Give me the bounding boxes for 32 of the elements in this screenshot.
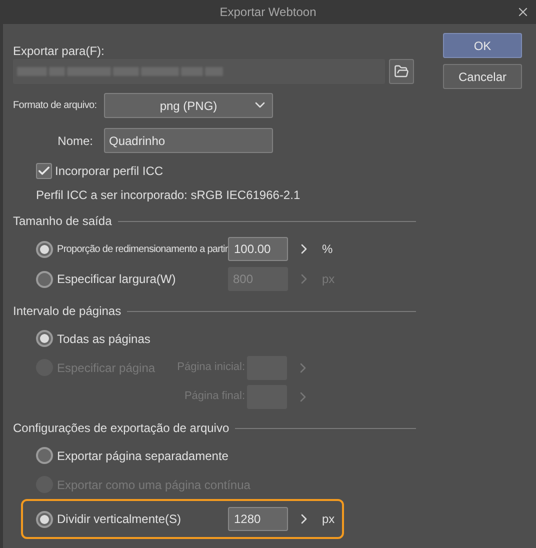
option-label: Todas as páginas xyxy=(57,330,150,348)
folder-icon xyxy=(394,64,409,79)
number-field[interactable]: 100.00 xyxy=(228,237,288,261)
close-icon[interactable] xyxy=(516,5,530,19)
path-field[interactable] xyxy=(13,59,385,84)
number-field[interactable]: 1280 xyxy=(228,507,288,531)
format-dropdown[interactable]: png (PNG) xyxy=(104,93,273,118)
unit-label: px xyxy=(322,511,335,528)
name-field[interactable]: Quadrinho xyxy=(104,128,273,153)
ok-button[interactable]: OK xyxy=(443,33,522,58)
field-label: Exportar para(F): xyxy=(13,43,106,58)
option-label: Especificar largura(W) xyxy=(57,271,176,288)
radio-button[interactable] xyxy=(36,270,53,288)
option-label: Exportar página separadamente xyxy=(57,448,228,464)
option-label: Proporção de redimensionamento a partir xyxy=(57,242,228,256)
radio-button[interactable] xyxy=(36,240,53,258)
unit-label: % xyxy=(322,241,333,258)
section-title: Tamanho de saída xyxy=(13,213,113,230)
field-label: Formato de arquivo: xyxy=(13,99,98,113)
radio-button[interactable] xyxy=(36,447,53,464)
window-title: Exportar Webtoon xyxy=(220,4,316,21)
field-label: Nome: xyxy=(56,132,94,150)
checkbox[interactable] xyxy=(36,163,52,179)
radio-button[interactable] xyxy=(36,510,53,528)
checkbox-label: Incorporar perfil ICC xyxy=(55,163,164,180)
radio-button[interactable] xyxy=(36,330,53,347)
folder-button[interactable] xyxy=(389,59,414,84)
cancel-button[interactable]: Cancelar xyxy=(443,64,522,89)
section-title: Intervalo de páginas xyxy=(13,303,122,320)
section-title: Configurações de exportação de arquivo xyxy=(13,420,230,437)
icc-profile-note: Perfil ICC a ser incorporado: sRGB IEC61966-2.1 xyxy=(36,187,302,204)
option-label: Dividir verticalmente(S) xyxy=(57,511,182,528)
